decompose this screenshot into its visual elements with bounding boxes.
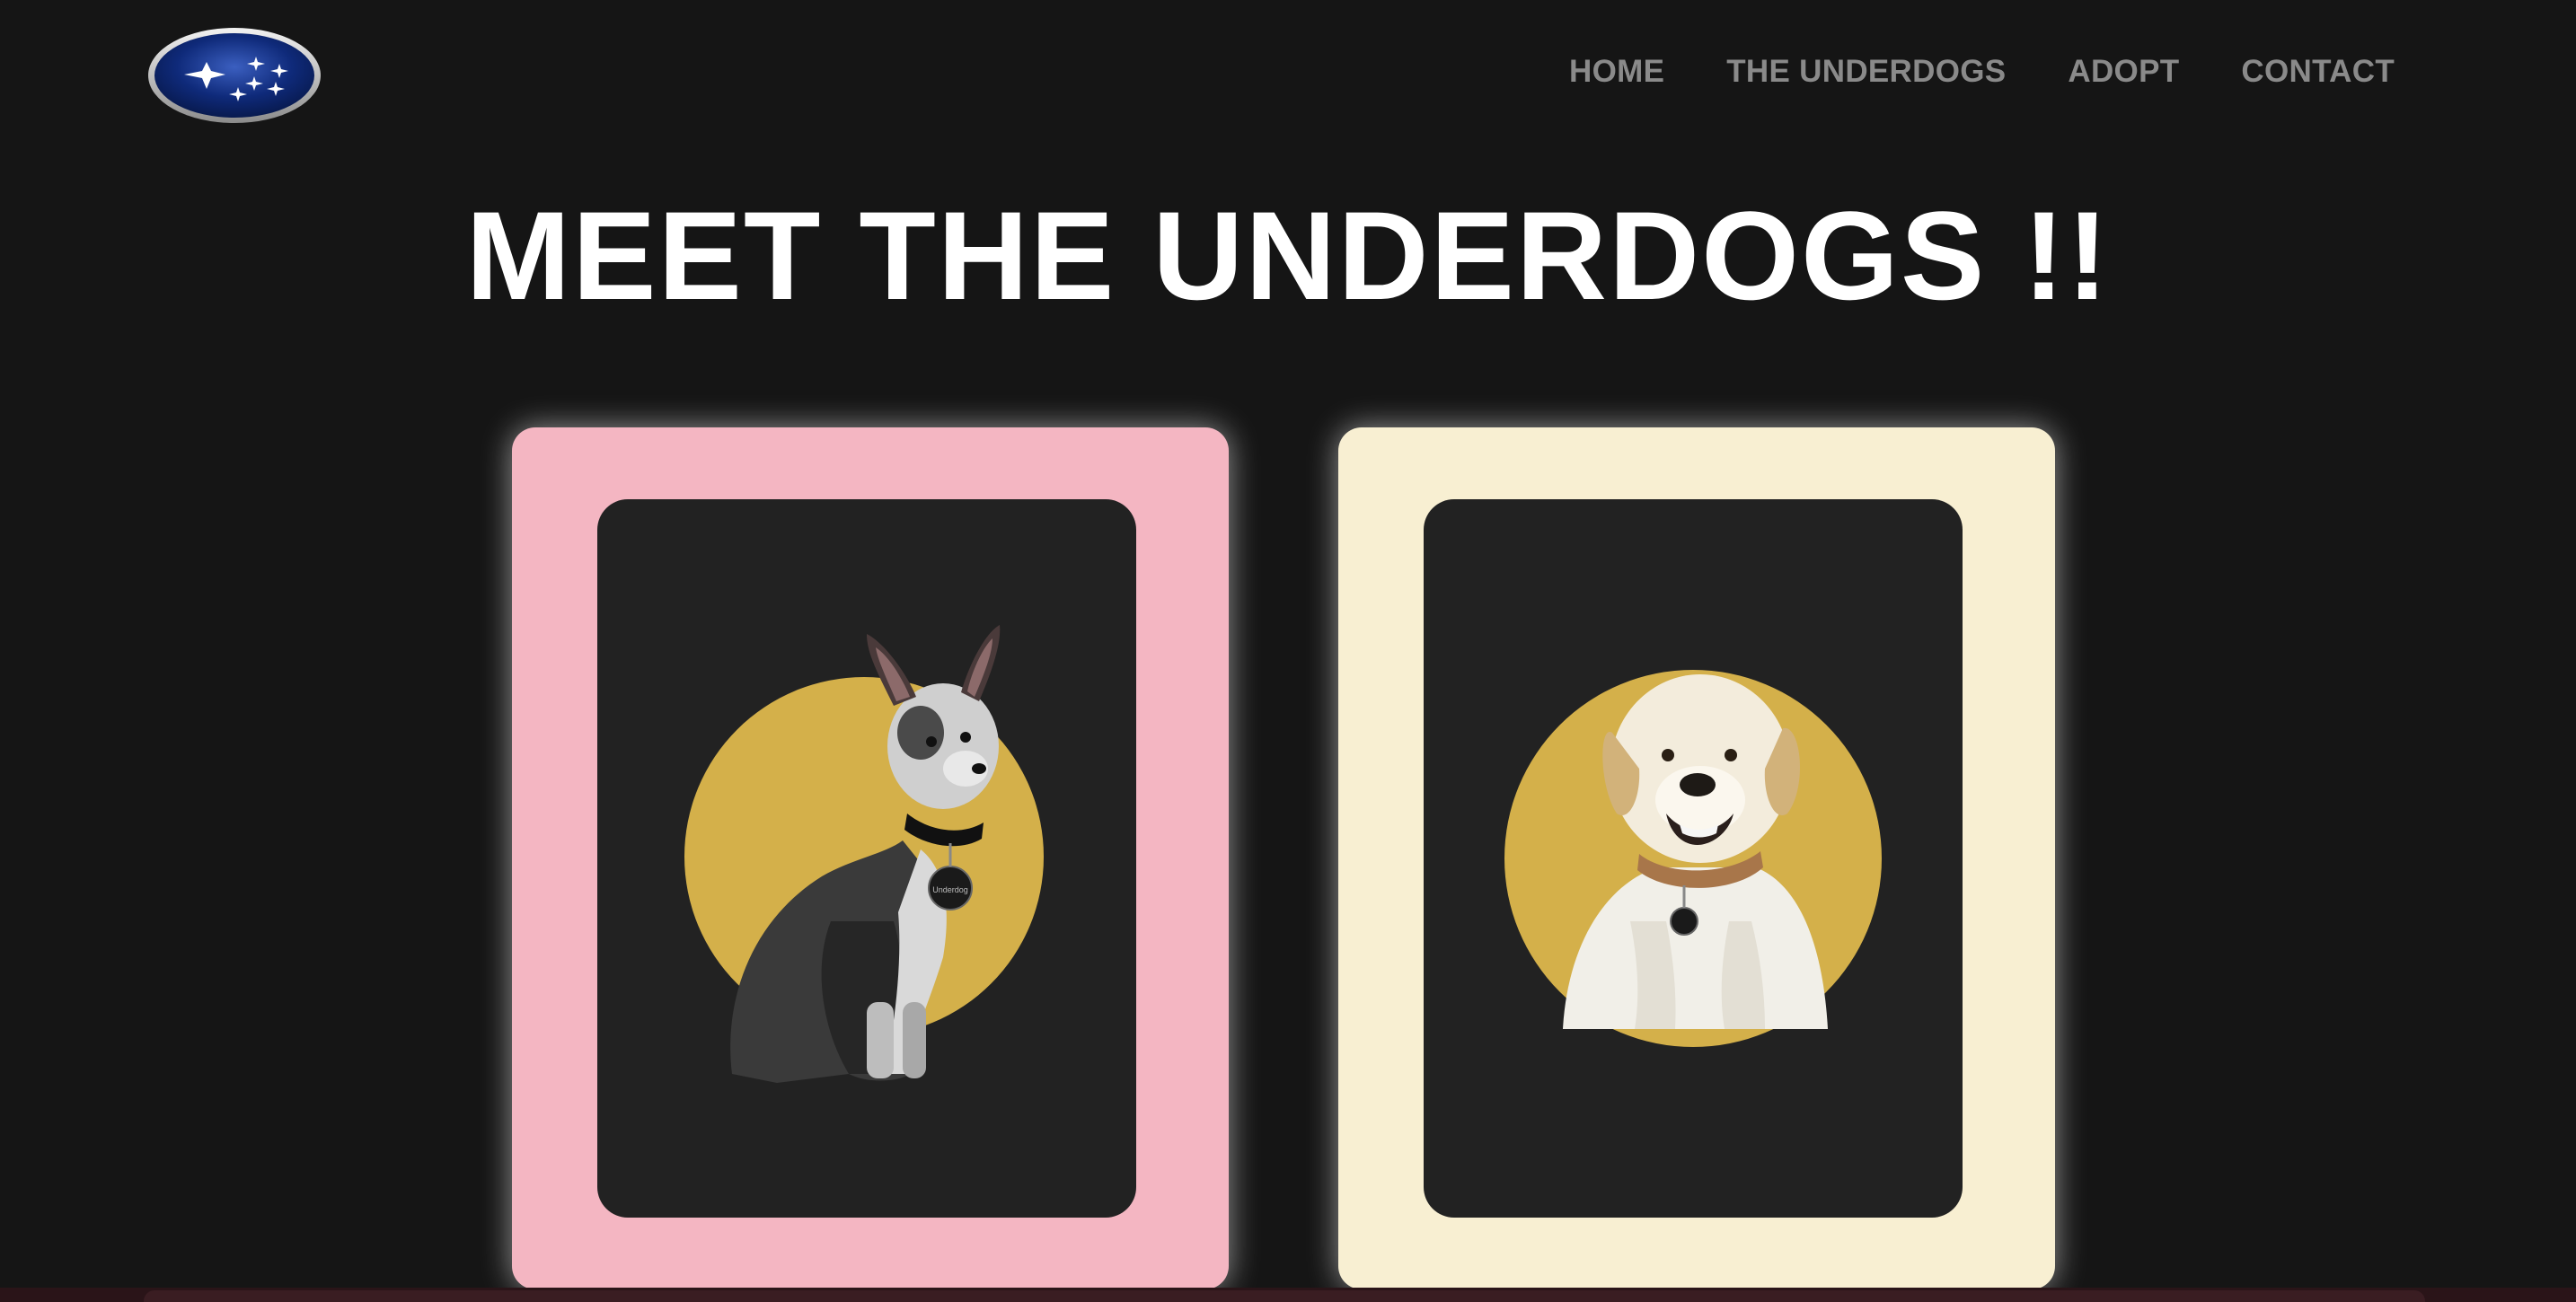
- main-nav: HOME THE UNDERDOGS ADOPT CONTACT: [1569, 54, 2395, 90]
- subaru-logo-icon: [148, 28, 321, 123]
- dog-card-1-inner: Underdog: [597, 499, 1136, 1218]
- nav-home-link[interactable]: HOME: [1569, 54, 1664, 90]
- bottom-taskbar-pill: [144, 1290, 2425, 1302]
- chihuahua-dog-image: Underdog: [684, 625, 1044, 1083]
- page: HOME THE UNDERDOGS ADOPT CONTACT MEET TH…: [0, 0, 2576, 1302]
- labrador-dog-image: [1504, 670, 1882, 1047]
- dog-card-2[interactable]: [1338, 427, 2055, 1289]
- logo[interactable]: [146, 26, 322, 125]
- nav-adopt-link[interactable]: ADOPT: [2068, 54, 2179, 90]
- bottom-taskbar: [0, 1288, 2576, 1302]
- page-title: MEET THE UNDERDOGS !!: [465, 185, 2111, 326]
- nav-contact-link[interactable]: CONTACT: [2241, 54, 2395, 90]
- dog-tag-text: Underdog: [932, 885, 968, 894]
- nav-underdogs-link[interactable]: THE UNDERDOGS: [1726, 54, 2006, 90]
- dog-card-1[interactable]: Underdog: [512, 427, 1229, 1289]
- dog-card-2-inner: [1424, 499, 1963, 1218]
